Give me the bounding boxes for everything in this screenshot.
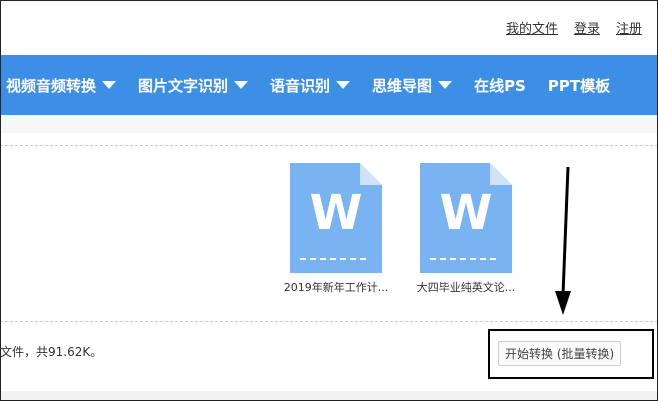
file-icon-letter: W [439, 185, 493, 241]
upload-status: 文件，共91.62K。 [0, 345, 103, 359]
login-link[interactable]: 登录 [574, 18, 600, 37]
chevron-down-icon [102, 81, 117, 89]
nav-item-video-audio[interactable]: 视频音频转换 [6, 75, 117, 96]
nav-item-label: 视频音频转换 [6, 76, 97, 95]
my-files-link[interactable]: 我的文件 [506, 18, 558, 37]
nav-item-label: 语音识别 [270, 76, 331, 95]
file-name: 2019年新年工作计... [283, 281, 389, 294]
highlight-box: 开始转换 (批量转换) [488, 329, 654, 379]
file-card[interactable]: W 2019年新年工作计... [276, 163, 396, 295]
file-icon-letter: W [309, 185, 363, 241]
register-link[interactable]: 注册 [616, 18, 642, 37]
start-convert-button[interactable]: 开始转换 (批量转换) [498, 341, 622, 366]
chevron-down-icon [438, 81, 453, 89]
top-links: 我的文件 登录 注册 [506, 18, 642, 37]
nav-item-label: 在线PS [474, 76, 526, 95]
nav-item-online-ps[interactable]: 在线PS [474, 75, 526, 96]
word-document-icon: W [290, 163, 382, 273]
nav-item-ocr[interactable]: 图片文字识别 [138, 75, 249, 96]
chevron-down-icon [336, 81, 351, 89]
nav-item-speech[interactable]: 语音识别 [270, 75, 351, 96]
main-nav: 视频音频转换 图片文字识别 语音识别 思维导图 在线PS PPT模板 [0, 55, 658, 115]
nav-item-label: 思维导图 [372, 76, 433, 95]
bottom-strip [0, 391, 658, 401]
nav-item-label: 图片文字识别 [138, 76, 229, 95]
chevron-down-icon [234, 81, 249, 89]
file-card[interactable]: W 大四毕业纯英文论... [406, 163, 526, 295]
divider [0, 145, 658, 146]
word-document-icon: W [420, 163, 512, 273]
annotation-arrow-icon [555, 166, 571, 315]
nav-separator [0, 115, 658, 133]
nav-item-label: PPT模板 [547, 76, 611, 95]
nav-item-mindmap[interactable]: 思维导图 [372, 75, 453, 96]
nav-item-ppt-templates[interactable]: PPT模板 [548, 75, 610, 96]
file-name: 大四毕业纯英文论... [416, 281, 516, 294]
